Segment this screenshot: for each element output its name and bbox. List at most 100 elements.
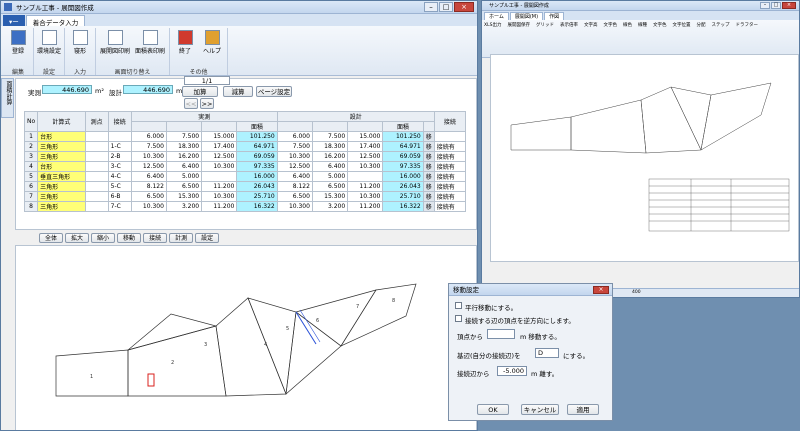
- apply-button[interactable]: 適用: [567, 404, 599, 415]
- r2-item-text-color2[interactable]: 文字色: [653, 22, 667, 28]
- fit-all-button[interactable]: 全体: [39, 233, 64, 243]
- col-setsuzoku: 接続: [433, 111, 467, 132]
- cell-m[interactable]: 移: [422, 141, 435, 152]
- r2-item-xls[interactable]: XLS出力: [484, 22, 501, 28]
- r2-item-text-color[interactable]: 文字色: [603, 22, 617, 28]
- development-drawing: 1 2 3 4 5 6 7 8: [55, 283, 417, 397]
- env-settings-button[interactable]: 環境設定: [37, 28, 61, 67]
- base-edge-select[interactable]: D: [535, 348, 559, 358]
- cell-a: 7.500: [130, 141, 167, 152]
- col-jissoku: 実測: [130, 111, 278, 122]
- cell-m[interactable]: 移: [422, 171, 435, 182]
- cell-m[interactable]: 移: [422, 131, 435, 142]
- cell-area: 16.322: [236, 201, 278, 212]
- cell-area: 97.335: [236, 161, 278, 172]
- cell-area: 16.000: [236, 171, 278, 182]
- r2-item-text-height[interactable]: 文字高: [584, 22, 598, 28]
- conn-distance-input[interactable]: -5.000: [497, 366, 527, 376]
- r2-item-save[interactable]: 展開図保存: [507, 22, 530, 28]
- r2-item-line-color[interactable]: 線色: [623, 22, 632, 28]
- cell-note: 接続有: [433, 161, 467, 172]
- close-button[interactable]: ×: [454, 2, 474, 12]
- add-button[interactable]: 加算: [182, 86, 218, 97]
- cell-c2: 12.500: [347, 151, 384, 162]
- cell-m[interactable]: 移: [422, 161, 435, 172]
- cell-b: 3.200: [165, 201, 203, 212]
- table-row[interactable]: 1 台形 6.000 7.500 15.000 101.250 6.000 7.500 15.0…: [23, 131, 467, 142]
- second-canvas[interactable]: [490, 54, 799, 262]
- jissoku-label: 実測: [28, 89, 41, 97]
- side-tab-area[interactable]: 面積計算: [1, 78, 14, 118]
- second-close-button[interactable]: ×: [782, 2, 796, 9]
- cell-a2: 10.300: [276, 151, 313, 162]
- shape-label-5: 5: [286, 326, 289, 332]
- cell-a: 12.500: [130, 161, 167, 172]
- cell-area: 101.250: [236, 131, 278, 142]
- table-row[interactable]: 5 垂直三角形 4-C 6.400 5.000 16.000 6.400 5.000 16.00…: [23, 171, 467, 182]
- table-row[interactable]: 2 三角形 1-C 7.500 18.300 17.400 64.971 7.500 18.30…: [23, 141, 467, 152]
- maximize-button[interactable]: □: [439, 2, 453, 12]
- parallel-move-checkbox[interactable]: [455, 302, 462, 309]
- register-button[interactable]: 登録: [6, 28, 30, 67]
- r2-item-step[interactable]: ステップ: [711, 22, 729, 28]
- second-minimize-button[interactable]: –: [760, 2, 770, 9]
- minimize-button[interactable]: –: [424, 2, 438, 12]
- cell-conn: 6-B: [107, 191, 132, 202]
- r2-item-drafter[interactable]: ドラフター: [735, 22, 758, 28]
- col-no: No: [23, 111, 39, 132]
- r2-item-line-type[interactable]: 線種: [638, 22, 647, 28]
- move-button[interactable]: 移動: [117, 233, 142, 243]
- print-area-table-button[interactable]: 面積表印刷: [134, 28, 166, 67]
- settings-button[interactable]: 設定: [195, 233, 220, 243]
- table-row[interactable]: 4 台形 3-C 12.500 6.400 10.300 97.335 12.500 6.400…: [23, 161, 467, 172]
- sekkei-label: 設計: [109, 89, 122, 97]
- table-row[interactable]: 6 三角形 5-C 8.122 6.500 11.200 26.043 8.122 6.500 1…: [23, 181, 467, 192]
- r2-item-grid[interactable]: グリッド: [536, 22, 554, 28]
- shape-label-2: 2: [171, 360, 174, 366]
- connect-button[interactable]: 接続: [143, 233, 168, 243]
- cell-m[interactable]: 移: [422, 181, 435, 192]
- subtract-button[interactable]: 減算: [223, 86, 253, 97]
- app-menu-button[interactable]: ▾ー: [3, 15, 25, 26]
- measure-button[interactable]: 計測: [169, 233, 194, 243]
- second-window: サンプル工事 - 展開図作成 – □ × ホーム 展開図(M) 作図 XLS出力…: [481, 0, 800, 298]
- page-setup-button[interactable]: ページ設定: [256, 86, 292, 97]
- cancel-button[interactable]: キャンセル: [521, 404, 559, 415]
- cell-m[interactable]: 移: [422, 201, 435, 212]
- print-drawing-button[interactable]: 展開図印刷: [99, 28, 131, 67]
- cell-no: 8: [23, 201, 39, 212]
- copy-shape-button[interactable]: 寝形: [68, 28, 92, 67]
- cell-area2: 97.335: [382, 161, 424, 172]
- ok-button[interactable]: OK: [477, 404, 509, 415]
- second-tab-drawing[interactable]: 展開図(M): [509, 12, 544, 20]
- dialog-close-button[interactable]: ×: [593, 286, 609, 294]
- shape-label-6: 6: [316, 318, 319, 324]
- cell-m[interactable]: 移: [422, 151, 435, 162]
- table-row[interactable]: 8 三角形 7-C 10.300 3.200 11.200 16.322 10.300 3.20…: [23, 201, 467, 212]
- tab-data-input[interactable]: 着合データ入力: [25, 15, 86, 27]
- cell-b2: 6.400: [311, 161, 349, 172]
- cell-m[interactable]: 移: [422, 191, 435, 202]
- help-button[interactable]: ヘルプ: [200, 28, 224, 67]
- table-row[interactable]: 7 三角形 6-B 6.500 15.300 10.300 25.710 6.500 15.30…: [23, 191, 467, 202]
- settings-icon: [41, 30, 57, 45]
- second-tab-draw[interactable]: 作図: [544, 12, 565, 20]
- r2-item-zoom[interactable]: 表示倍率: [560, 22, 578, 28]
- reverse-vertex-checkbox[interactable]: [455, 315, 462, 322]
- drawing-canvas[interactable]: 1 2 3 4 5 6 7 8: [15, 245, 477, 430]
- second-tab-home[interactable]: ホーム: [484, 12, 509, 20]
- cell-a: 8.122: [130, 181, 167, 192]
- exit-button[interactable]: 終了: [173, 28, 197, 67]
- help-book-icon: [204, 30, 220, 45]
- zoom-in-button[interactable]: 拡大: [65, 233, 90, 243]
- table-row[interactable]: 3 三角形 2-B 10.300 16.200 12.500 69.059 10.300 16.…: [23, 151, 467, 162]
- r2-item-distribute[interactable]: 分配: [696, 22, 705, 28]
- vertex-distance-input[interactable]: [487, 329, 515, 339]
- second-maximize-button[interactable]: □: [771, 2, 781, 9]
- r2-item-text-pos[interactable]: 文字位置: [672, 22, 690, 28]
- zoom-out-button[interactable]: 縮小: [91, 233, 116, 243]
- second-ribbon: XLS出力 展開図保存 グリッド 表示倍率 文字高 文字色 線色 線種 文字色 …: [482, 20, 799, 58]
- cell-no: 6: [23, 181, 39, 192]
- prev-page-button[interactable]: <<: [184, 98, 198, 109]
- next-page-button[interactable]: >>: [200, 98, 214, 109]
